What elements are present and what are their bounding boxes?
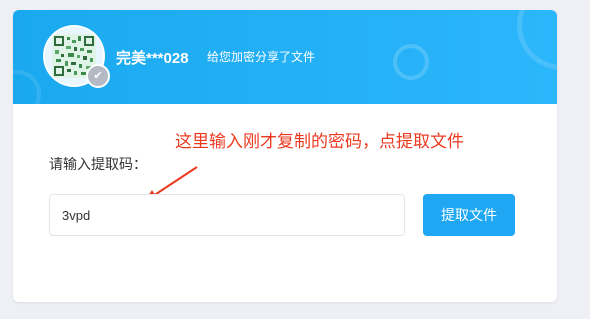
extract-code-input[interactable] (49, 194, 405, 236)
extract-file-button[interactable]: 提取文件 (423, 194, 515, 236)
annotation-text: 这里输入刚才复制的密码，点提取文件 (175, 132, 464, 152)
extract-code-label: 请输入提取码： (49, 157, 147, 173)
